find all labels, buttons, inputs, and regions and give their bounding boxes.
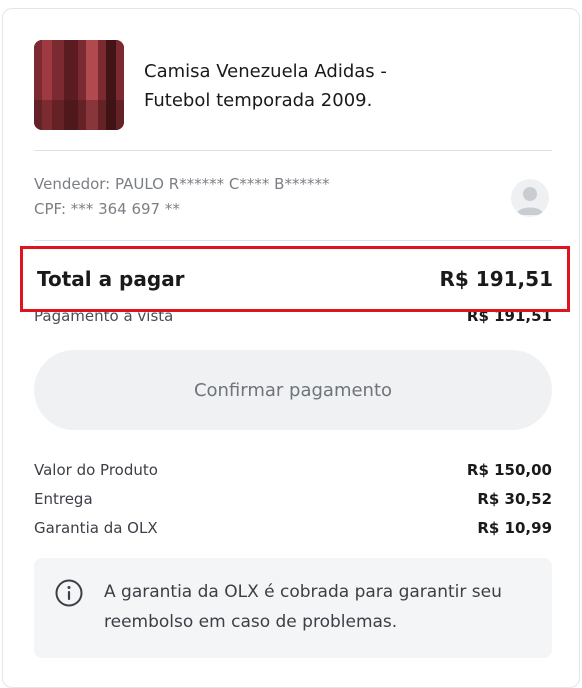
product-summary: Camisa Venezuela Adidas - Futebol tempor…	[34, 40, 404, 130]
breakdown-label: Garantia da OLX	[34, 519, 158, 537]
total-row: Total a pagar R$ 191,51	[37, 267, 553, 291]
product-thumbnail	[34, 40, 124, 130]
breakdown-row-product: Valor do Produto R$ 150,00	[34, 456, 552, 485]
product-image	[34, 40, 124, 130]
product-title[interactable]: Camisa Venezuela Adidas - Futebol tempor…	[144, 57, 404, 115]
info-icon[interactable]	[54, 578, 84, 608]
seller-name: Vendedor: PAULO R****** C**** B******	[34, 175, 330, 193]
seller-cpf: CPF: *** 364 697 **	[34, 200, 180, 218]
total-label: Total a pagar	[37, 267, 185, 291]
user-icon	[516, 187, 544, 215]
total-value: R$ 191,51	[439, 267, 553, 291]
divider	[34, 150, 552, 151]
breakdown-value: R$ 150,00	[466, 461, 552, 479]
checkout-card: Camisa Venezuela Adidas - Futebol tempor…	[2, 8, 580, 688]
divider	[34, 240, 552, 241]
notice-text: A garantia da OLX é cobrada para garanti…	[104, 582, 502, 632]
breakdown-value: R$ 10,99	[477, 519, 552, 537]
total-highlight-box: Total a pagar R$ 191,51	[20, 246, 570, 312]
guarantee-notice: A garantia da OLX é cobrada para garanti…	[34, 558, 552, 658]
breakdown-label: Entrega	[34, 490, 93, 508]
breakdown-label: Valor do Produto	[34, 461, 158, 479]
seller-info: Vendedor: PAULO R****** C**** B****** CP…	[34, 172, 329, 222]
avatar	[511, 179, 549, 217]
breakdown-value: R$ 30,52	[477, 490, 552, 508]
breakdown-row-delivery: Entrega R$ 30,52	[34, 485, 552, 514]
price-breakdown: Valor do Produto R$ 150,00 Entrega R$ 30…	[34, 456, 552, 543]
breakdown-row-guarantee: Garantia da OLX R$ 10,99	[34, 514, 552, 543]
confirm-payment-button[interactable]: Confirmar pagamento	[34, 350, 552, 430]
